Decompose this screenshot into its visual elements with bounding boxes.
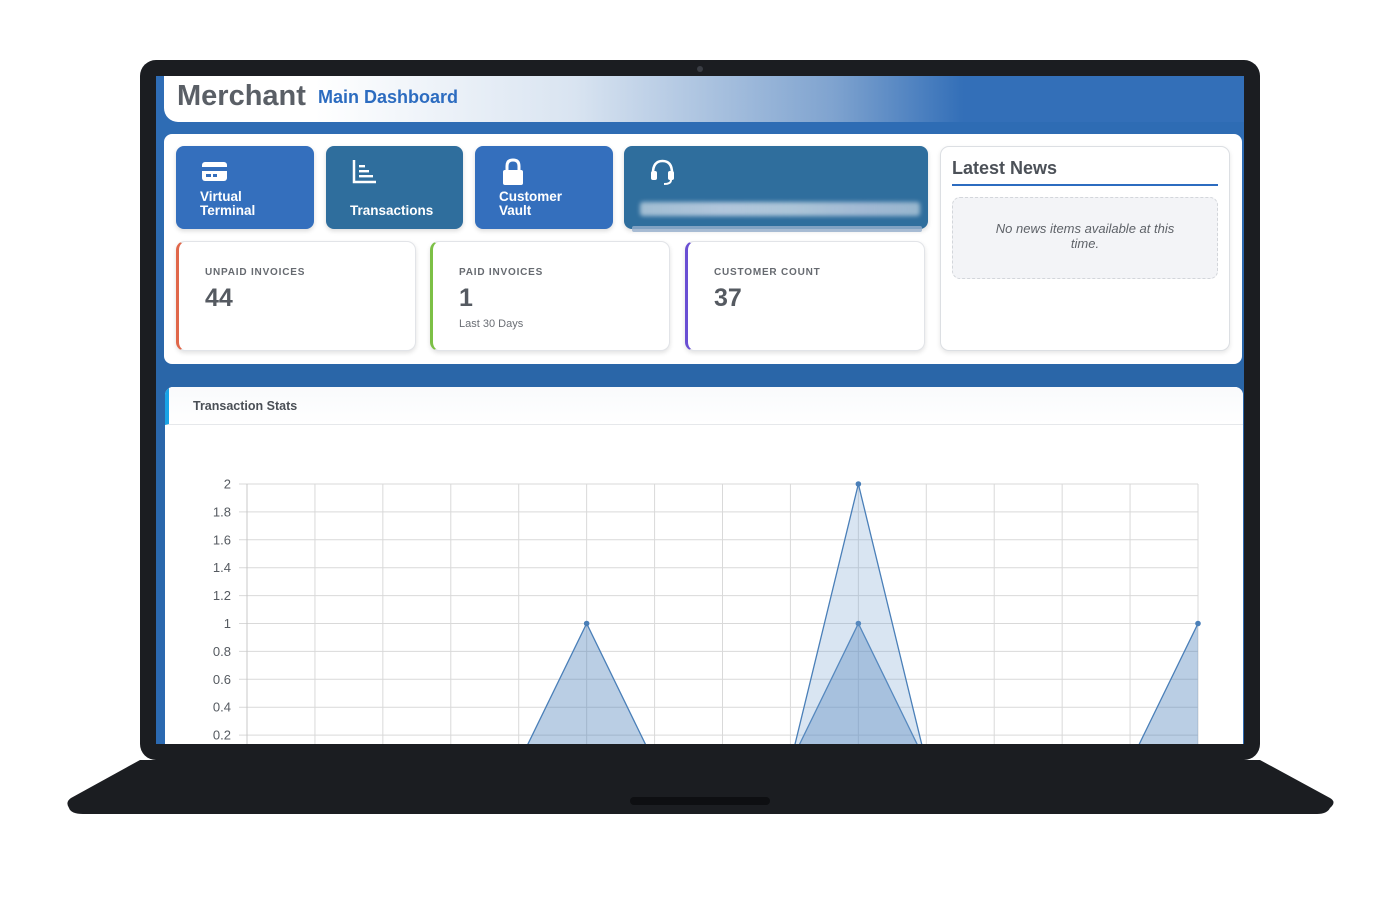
credit-card-icon [202, 162, 227, 181]
news-title: Latest News [952, 158, 1058, 178]
header-banner: Merchant Main Dashboard [164, 76, 1244, 122]
news-empty-message: No news items available at this time. [952, 197, 1218, 279]
customer-count-card[interactable]: CUSTOMER COUNT 37 [685, 241, 925, 351]
y-tick-label: 1 [224, 616, 231, 631]
unpaid-invoices-card[interactable]: UNPAID INVOICES 44 [176, 241, 416, 351]
laptop-base [65, 760, 1335, 814]
chart-panel-title: Transaction Stats [193, 399, 298, 413]
chart-header: Transaction Stats [165, 387, 1243, 425]
stat-value: 37 [714, 284, 742, 312]
news-divider [952, 184, 1218, 186]
customer-vault-tile[interactable]: Customer Vault [475, 146, 613, 229]
list-chart-icon [352, 160, 376, 184]
page-title: Main Dashboard [318, 87, 459, 107]
y-tick-label: 2 [224, 477, 231, 492]
screen: Merchant Main Dashboard Virtual Terminal… [156, 76, 1244, 744]
stat-note: Last 30 Days [459, 318, 524, 330]
virtual-terminal-tile[interactable]: Virtual Terminal [176, 146, 314, 229]
latest-news-panel: Latest News No news items available at t… [940, 146, 1230, 351]
brand-title: Merchant [177, 80, 306, 112]
y-tick-label: 0.4 [213, 700, 231, 715]
stat-value: 44 [205, 284, 233, 312]
y-tick-label: 1.8 [213, 504, 231, 519]
redacted-contact-info [640, 202, 920, 216]
webcam-dot [697, 66, 703, 72]
tile-label: Transactions [350, 203, 434, 218]
y-tick-label: 0.2 [213, 728, 231, 743]
paid-invoices-card[interactable]: PAID INVOICES 1 Last 30 Days [430, 241, 670, 351]
y-tick-label: 1.2 [213, 588, 231, 603]
stat-value: 1 [459, 284, 473, 312]
tile-label: Customer Vault [499, 189, 563, 218]
series-1-point [855, 481, 862, 487]
stat-caption: CUSTOMER COUNT [714, 267, 821, 278]
series-0-point [1195, 620, 1201, 627]
y-tick-label: 0.8 [213, 644, 231, 659]
transaction-stats-card: Transaction Stats 2 1.8 1.6 1.4 1.2 1 0.8 0.6 0.… [165, 387, 1243, 744]
y-tick-label: 0.6 [213, 672, 231, 687]
headset-icon [651, 159, 674, 185]
stat-caption: PAID INVOICES [459, 267, 544, 278]
y-tick-label: 1.6 [213, 532, 231, 547]
support-tile[interactable] [624, 146, 928, 232]
dashboard-panel: Virtual Terminal Transactions Customer V… [164, 134, 1242, 364]
transaction-stats-chart: 2 1.8 1.6 1.4 1.2 1 0.8 0.6 0.4 0.2 [213, 477, 1201, 744]
transactions-tile[interactable]: Transactions [326, 146, 463, 229]
redacted-bar [632, 226, 922, 232]
series-0-point [583, 620, 590, 627]
stat-caption: UNPAID INVOICES [205, 267, 306, 278]
tile-label: Virtual Terminal [200, 189, 256, 218]
lock-icon [503, 158, 523, 185]
y-tick-label: 1.4 [213, 560, 231, 575]
